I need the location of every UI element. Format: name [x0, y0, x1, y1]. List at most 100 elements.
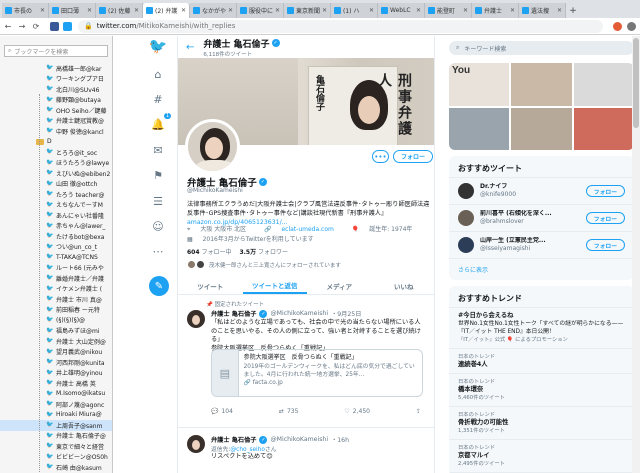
suggestion-avatar[interactable]	[458, 237, 474, 253]
retweet-button[interactable]: ⇄ 735	[279, 408, 298, 415]
browser-tab[interactable]: 田口薄 ✕	[49, 3, 96, 18]
bookmark-item[interactable]: 🐦 弁護士 市川 真@	[0, 294, 112, 305]
bookmark-item[interactable]: 🐦 あんにゃい社番隆	[0, 210, 112, 221]
bookmark-search-input[interactable]: ⌕ ブックマークを検索	[4, 45, 108, 57]
bookmark-item[interactable]: 🐦 河西邦剛@kunita	[0, 357, 112, 368]
close-tab-icon[interactable]: ✕	[228, 7, 233, 14]
bookmark-item[interactable]: 🐦 離婚弁護士／弁護	[0, 273, 112, 284]
browser-tab[interactable]: 服役中に ✕	[237, 3, 284, 18]
reply-tweet[interactable]: 弁護士 亀石倫子 ✓ @MichikoKameishi ・16h 返信先:@cho_s…	[178, 429, 434, 473]
close-tab-icon[interactable]: ✕	[87, 7, 92, 14]
bookmark-item[interactable]: 🐦 東京で細々と経営	[0, 441, 112, 452]
bookmark-item[interactable]: 🐦 北白川@SUv46	[0, 84, 112, 95]
back-icon[interactable]: ←	[4, 22, 12, 31]
bookmark-item[interactable]: 🐦 阿部ノ蔑@agonc	[0, 399, 112, 410]
followed-by-note[interactable]: 茂木健一郎さんと三上寛さんにフォローされています	[187, 260, 341, 269]
close-tab-icon[interactable]: ✕	[557, 7, 562, 14]
like-button[interactable]: ♡ 2,450	[344, 408, 370, 415]
browser-tab[interactable]: 能登町 ✕	[425, 3, 472, 18]
media-thumb[interactable]	[573, 63, 634, 106]
bookmark-item[interactable]: 🐦 中野 俊徳@kancl	[0, 126, 112, 137]
trend-item[interactable]: #今日から会えるね 世界No.1女性No.1女性トーク「すべての謎が明らかになる—…	[449, 308, 634, 349]
bookmark-item[interactable]: 🐦 赤ちゃん@lawer_	[0, 221, 112, 232]
tweet-avatar[interactable]	[187, 435, 205, 453]
tab-tweets[interactable]: ツイート	[178, 277, 243, 294]
reload-icon[interactable]: ⟳	[32, 22, 40, 31]
suggestion-item[interactable]: 前川喜平 (右傾化を深く... @brahmslover フォロー	[449, 205, 634, 232]
media-grid[interactable]: You	[449, 63, 634, 150]
following-stat[interactable]: 604 フォロー中	[187, 247, 231, 256]
lists-icon[interactable]: ☰	[150, 193, 166, 209]
trend-item[interactable]: 日本のトレンド 京都マルイ 2,495件のツイート	[449, 440, 634, 473]
browser-tab[interactable]: (1) ハ ✕	[331, 3, 378, 18]
bookmark-item[interactable]: 🐦 たろう teacher@	[0, 189, 112, 200]
bookmark-item[interactable]: 🐦 えちなんでーすM	[0, 200, 112, 211]
tab-tweets-replies[interactable]: ツイートと返信	[242, 277, 307, 294]
bookmark-item[interactable]: 🐦 ビビビーン@OS0h	[0, 452, 112, 463]
twitter-icon[interactable]	[63, 21, 72, 31]
bookmark-item[interactable]: 🐦 弁護士鍵冠賞教@	[0, 116, 112, 127]
compose-tweet-button[interactable]: ✎	[149, 276, 169, 296]
reply-button[interactable]: 💬 104	[211, 408, 233, 415]
browser-tab[interactable]: (2) 弁護 ✕	[143, 3, 190, 18]
close-tab-icon[interactable]: ✕	[322, 7, 327, 14]
address-bar[interactable]: 🔒 twitter.com/MitikoKameishi/with_replie…	[78, 19, 603, 33]
explore-hash-icon[interactable]: #	[150, 91, 166, 107]
close-tab-icon[interactable]: ✕	[181, 7, 186, 14]
tab-likes[interactable]: いいね	[372, 277, 435, 294]
suggestion-avatar[interactable]	[458, 183, 474, 199]
forward-icon[interactable]: →	[18, 22, 26, 31]
bookmark-item[interactable]: 🐦 (§)(§)(§)@	[0, 315, 112, 326]
bookmark-item[interactable]: 🐦 ワーキングプア日	[0, 74, 112, 85]
profile-avatar[interactable]	[185, 119, 240, 174]
back-arrow-icon[interactable]: ←	[186, 42, 194, 53]
twitter-logo-icon[interactable]: 🐦	[149, 37, 168, 55]
pinned-tweet[interactable]: 📌 固定されたツイート 弁護士 亀石倫子 ✓ @MichikoKameishi ・9月…	[178, 298, 434, 428]
bookmark-item[interactable]: 🐦 弁護士 高橋 英	[0, 378, 112, 389]
bookmark-item[interactable]: 🐦 高橋雄一郎@kar	[0, 63, 112, 74]
suggestion-item[interactable]: Dr.ナイフ @knife9000 フォロー	[449, 178, 634, 205]
bookmark-item[interactable]: 🐦 福島みずほ@mi	[0, 326, 112, 337]
trend-item[interactable]: 日本のトレンド 連続巻4人	[449, 349, 634, 374]
link-card[interactable]: ▤ 参院大阪選挙区 反骨つらぬく「重戦記」 2019年のゴールデンウィークを、私…	[211, 349, 423, 397]
trend-item[interactable]: 日本のトレンド 骨折戦力の可能性 1,351件のツイート	[449, 407, 634, 440]
tweet-time[interactable]: ・9月25日	[331, 309, 361, 318]
facebook-icon[interactable]	[50, 21, 59, 31]
bookmark-item[interactable]: 🐦 ルート66 (元みや	[0, 263, 112, 274]
tweet-avatar[interactable]	[187, 310, 205, 328]
bookmark-item[interactable]: 🐦 とろろ@it_soc	[0, 147, 112, 158]
bookmark-folder[interactable]: D	[0, 137, 112, 148]
more-options-button[interactable]: •••	[372, 150, 389, 163]
browser-tab[interactable]: 弁護士 ✕	[472, 3, 519, 18]
follow-button[interactable]: フォロー	[393, 150, 434, 163]
menu-icon[interactable]	[627, 21, 636, 31]
bookmark-item[interactable]: 🐦 山田 徹@ottch	[0, 179, 112, 190]
share-button[interactable]: ⇪	[416, 408, 421, 415]
suggestion-avatar[interactable]	[458, 210, 474, 226]
bookmark-item[interactable]: 🐦 井上雄明@yinou	[0, 368, 112, 379]
browser-tab[interactable]: 東京新聞 ✕	[284, 3, 331, 18]
bookmark-item[interactable]: 🐦 上周吾子@sanm	[0, 420, 112, 431]
more-icon[interactable]: ⋯	[150, 243, 166, 259]
suggestion-follow-button[interactable]: フォロー	[585, 212, 625, 224]
messages-icon[interactable]: ✉	[150, 142, 166, 158]
close-tab-icon[interactable]: ✕	[369, 7, 374, 14]
browser-tab[interactable]: 市長の ✕	[2, 3, 49, 18]
new-tab-button[interactable]: +	[566, 3, 580, 18]
bookmark-item[interactable]: 🐦 弁護士 亀石倫子@	[0, 431, 112, 442]
close-tab-icon[interactable]: ✕	[275, 7, 280, 14]
close-tab-icon[interactable]: ✕	[134, 7, 139, 14]
close-tab-icon[interactable]: ✕	[510, 7, 515, 14]
bookmark-item[interactable]: 🐦 つい@un_co_t	[0, 242, 112, 253]
tweet-time[interactable]: ・16h	[331, 435, 349, 444]
bookmark-item[interactable]: 🐦 望月義武@nikou	[0, 347, 112, 358]
close-tab-icon[interactable]: ✕	[416, 7, 421, 14]
close-tab-icon[interactable]: ✕	[40, 7, 45, 14]
bookmark-item[interactable]: 🐦 えびいぬ@ebiben2	[0, 168, 112, 179]
media-thumb[interactable]	[449, 107, 510, 150]
page-scrollbar[interactable]	[632, 36, 640, 473]
suggestion-follow-button[interactable]: フォロー	[585, 185, 625, 197]
extension-icon[interactable]	[613, 21, 622, 31]
twitter-search-input[interactable]: ⌕ キーワード検索	[449, 41, 634, 55]
bookmark-item[interactable]: 🐦 前田稲春 ー元特	[0, 305, 112, 316]
